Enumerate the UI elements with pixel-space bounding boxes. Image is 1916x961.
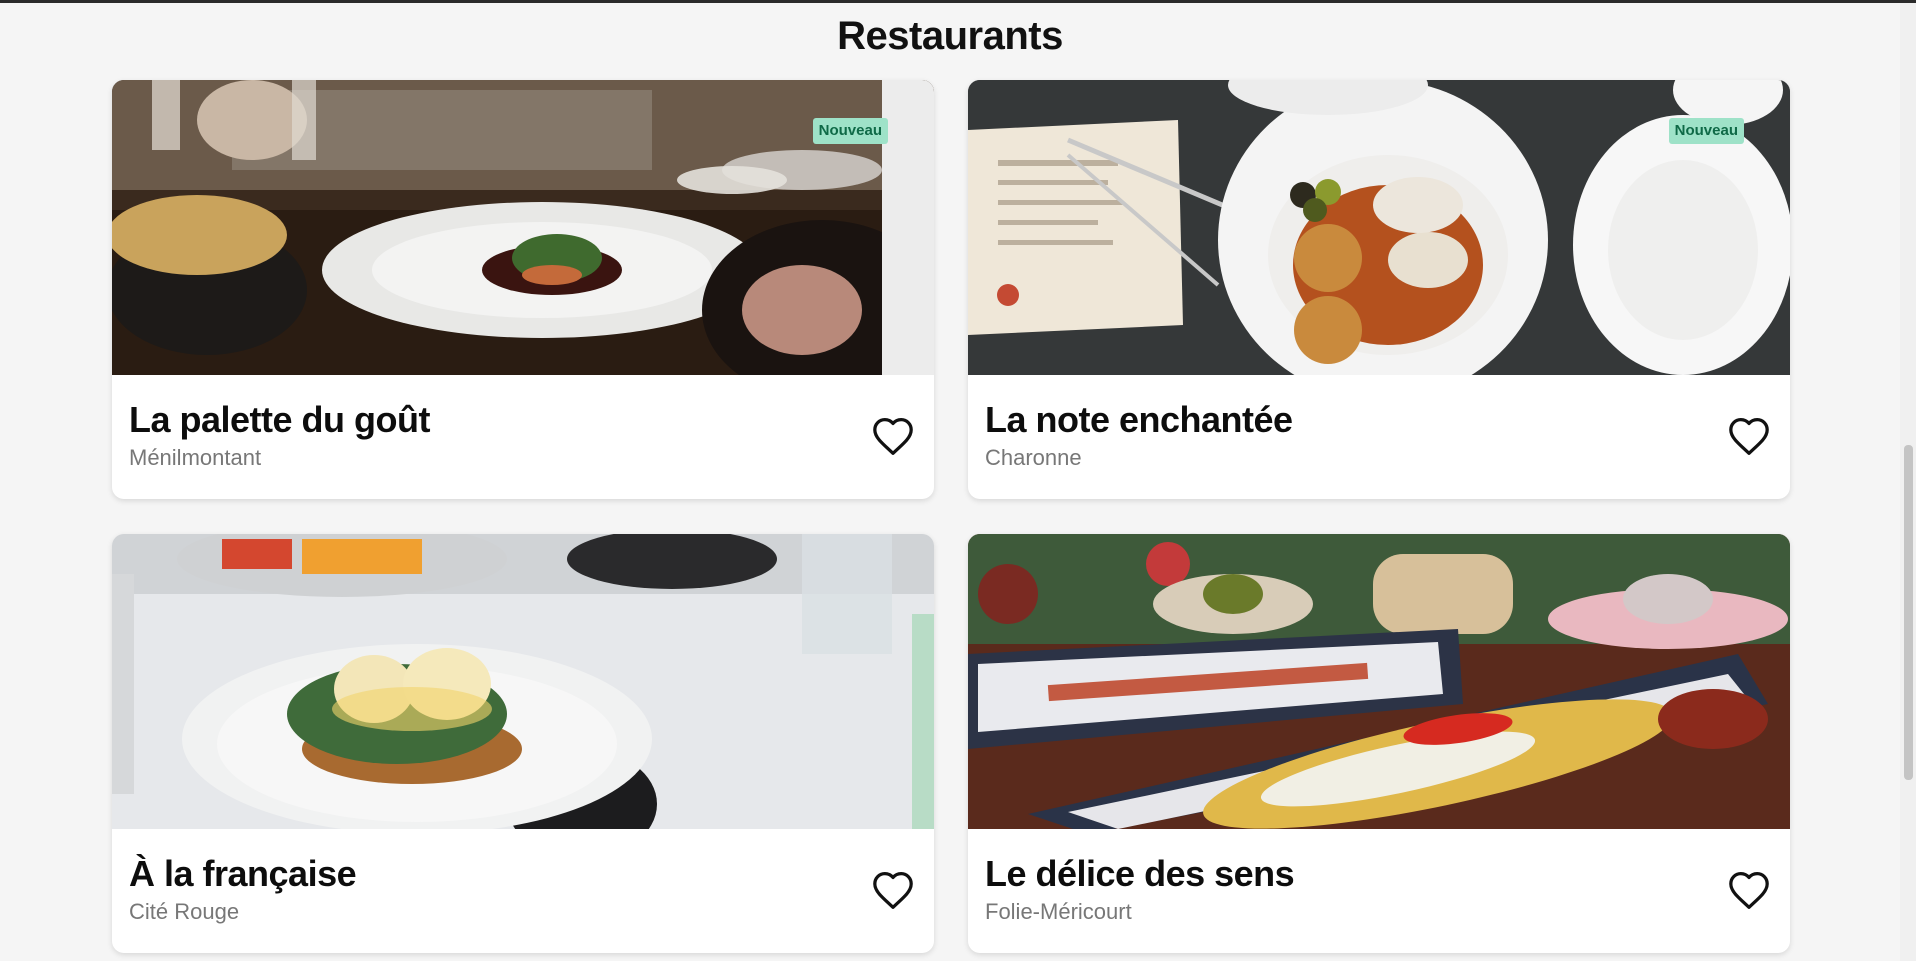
restaurant-card[interactable]: À la française Cité Rouge	[112, 534, 934, 953]
restaurant-card[interactable]: Nouveau La note enchantée Charonne	[968, 80, 1790, 499]
restaurant-name: La palette du goût	[129, 399, 431, 440]
favorite-button[interactable]	[1727, 870, 1771, 910]
restaurant-photo: Nouveau	[968, 80, 1790, 375]
restaurant-photo: Nouveau	[112, 80, 934, 375]
restaurant-area: Folie-Méricourt	[985, 899, 1132, 924]
restaurant-photo	[968, 534, 1790, 829]
heart-outline-icon	[1729, 418, 1769, 455]
heart-outline-icon	[873, 418, 913, 455]
restaurant-name: À la française	[129, 853, 357, 894]
restaurant-area: Ménilmontant	[129, 445, 262, 470]
section-title: Restaurants	[837, 14, 1063, 58]
favorite-button[interactable]	[871, 870, 915, 910]
restaurant-name: La note enchantée	[985, 399, 1293, 440]
restaurant-photo	[112, 534, 934, 829]
new-badge: Nouveau	[812, 118, 888, 144]
heart-outline-icon	[873, 872, 913, 909]
restaurant-name: Le délice des sens	[985, 853, 1295, 894]
favorite-button[interactable]	[871, 416, 915, 456]
new-badge: Nouveau	[1668, 118, 1744, 144]
favorite-button[interactable]	[1727, 416, 1771, 456]
restaurants-page: Restaurants Nouveau La palette du goût M…	[0, 0, 1900, 961]
restaurant-card[interactable]: Le délice des sens Folie-Méricourt	[968, 534, 1790, 953]
scrollbar-thumb[interactable]	[1904, 445, 1913, 780]
heart-outline-icon	[1729, 872, 1769, 909]
restaurant-area: Charonne	[985, 445, 1082, 470]
restaurant-card[interactable]: Nouveau La palette du goût Ménilmontant	[112, 80, 934, 499]
restaurant-area: Cité Rouge	[129, 899, 240, 924]
